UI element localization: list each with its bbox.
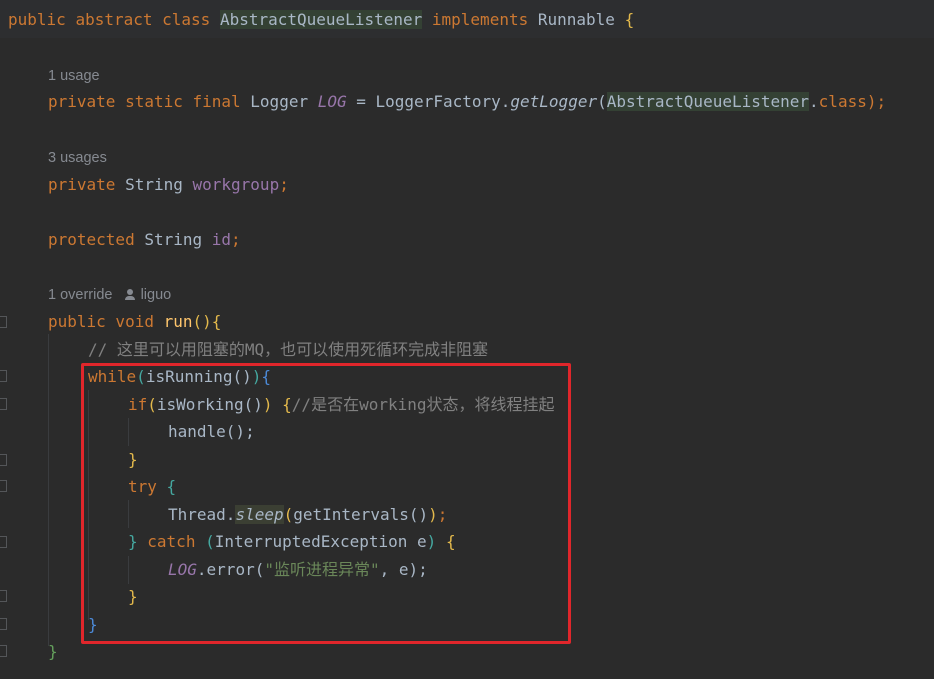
log-keyword-class: class <box>818 92 867 111</box>
code-editor[interactable]: public abstract class AbstractQueueListe… <box>0 0 934 679</box>
indent-guide-run <box>48 334 49 646</box>
code-line-comment[interactable]: // 这里可以用阻塞的MQ，也可以使用死循环完成非阻塞 <box>88 339 488 361</box>
usage-hint-workgroup[interactable]: 3 usages <box>48 148 107 168</box>
keyword-class: class <box>162 10 211 29</box>
author-name[interactable]: liguo <box>141 287 172 303</box>
interface-name[interactable]: Runnable <box>538 10 615 29</box>
keyword-public: public <box>8 10 66 29</box>
fold-marker-run[interactable] <box>0 316 7 328</box>
fold-marker-while[interactable] <box>0 370 7 382</box>
log-dot: . <box>809 92 819 111</box>
run-modifiers: public void <box>48 312 154 331</box>
id-field-name: id <box>211 230 232 249</box>
fold-marker-while-end[interactable] <box>0 618 7 630</box>
id-modifier: protected <box>48 230 135 249</box>
workgroup-semicolon: ; <box>279 175 289 194</box>
fold-marker-try[interactable] <box>0 480 7 492</box>
code-line-log-field[interactable]: private static final Logger LOG = Logger… <box>48 91 886 113</box>
fold-marker-run-end[interactable] <box>0 645 7 657</box>
log-paren-open: ( <box>597 92 607 111</box>
keyword-abstract: abstract <box>75 10 153 29</box>
id-type: String <box>134 230 212 249</box>
run-method-name: run <box>163 312 193 331</box>
log-type: Logger <box>240 92 318 111</box>
fold-marker-catch-end[interactable] <box>0 590 7 602</box>
code-line-workgroup-field[interactable]: private String workgroup; <box>48 174 289 196</box>
class-name[interactable]: AbstractQueueListener <box>219 10 423 29</box>
keyword-implements: implements <box>431 10 529 29</box>
code-line-id-field[interactable]: protected String id; <box>48 229 241 251</box>
code-line-class-declaration[interactable]: public abstract class AbstractQueueListe… <box>8 9 634 31</box>
code-line-run-close[interactable]: } <box>48 641 58 663</box>
workgroup-modifier: private <box>48 175 116 194</box>
run-open-brace: { <box>211 312 222 331</box>
override-count[interactable]: 1 override <box>48 287 112 303</box>
fold-marker-if[interactable] <box>0 398 7 410</box>
log-modifiers: private static final <box>48 92 241 111</box>
log-field-name: LOG <box>317 92 347 111</box>
fold-marker-if-end[interactable] <box>0 454 7 466</box>
workgroup-type: String <box>115 175 193 194</box>
log-tail: ); <box>866 92 887 111</box>
id-semicolon: ; <box>231 230 241 249</box>
code-line-run-method[interactable]: public void run(){ <box>48 311 221 333</box>
get-logger-method: getLogger <box>510 92 598 111</box>
class-open-brace: { <box>624 10 635 29</box>
highlight-box <box>81 363 571 644</box>
run-parens: () <box>192 312 212 331</box>
log-assign: = LoggerFactory. <box>346 92 511 111</box>
run-override-hint[interactable]: 1 override liguo <box>48 285 171 305</box>
usage-hint-log[interactable]: 1 usage <box>48 66 100 86</box>
workgroup-field-name: workgroup <box>192 175 280 194</box>
log-arg-class: AbstractQueueListener <box>606 92 810 111</box>
fold-marker-catch[interactable] <box>0 536 7 548</box>
user-icon <box>124 289 135 300</box>
